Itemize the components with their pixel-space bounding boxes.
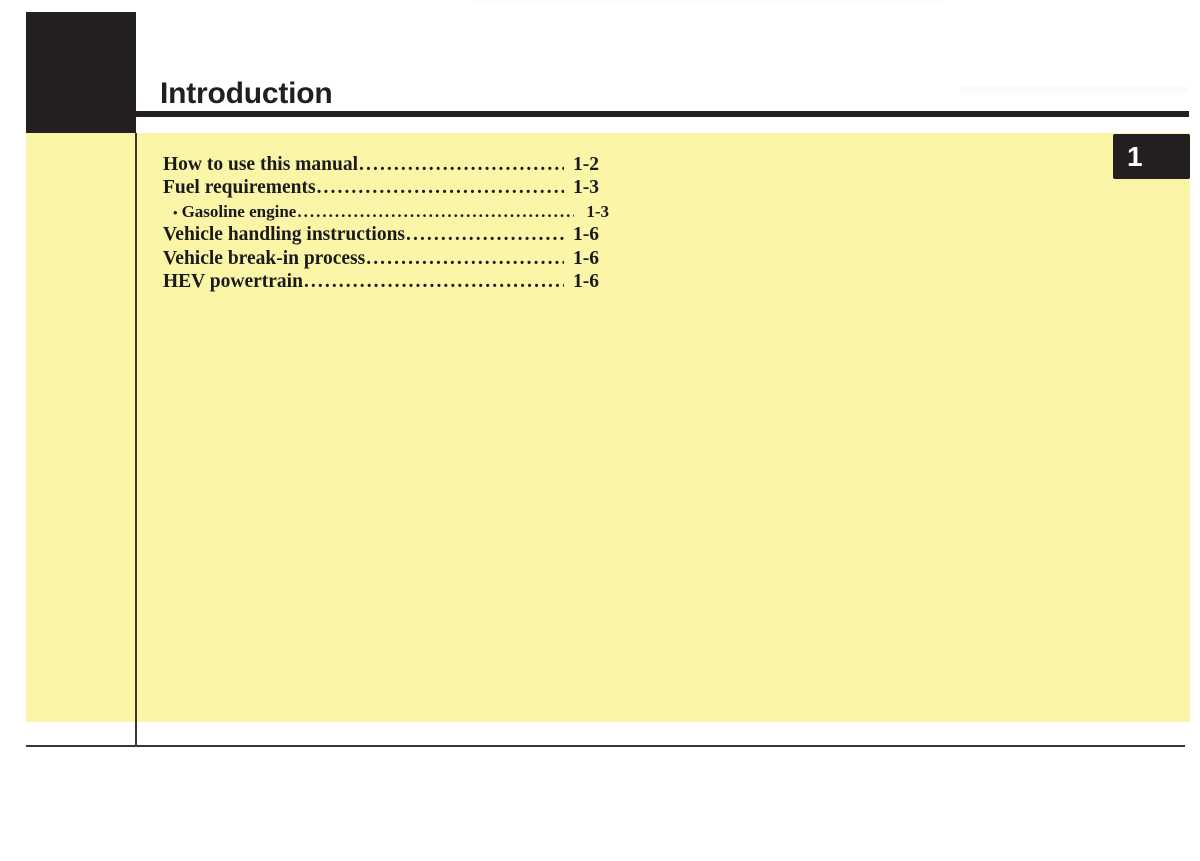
title-underline-rule xyxy=(136,111,1189,117)
footer-rule xyxy=(26,745,1185,747)
toc-entry-label: HEV powertrain xyxy=(163,271,303,293)
scan-artifact-upper-right-band xyxy=(960,86,1188,93)
toc-page-number: 1-6 xyxy=(573,271,599,293)
toc-entry-label: Vehicle break-in process xyxy=(163,247,366,269)
toc-page-number: 1-3 xyxy=(573,177,599,199)
toc-page-number: 1-2 xyxy=(573,154,599,175)
toc-entry[interactable]: Vehicle break-in process................… xyxy=(163,247,599,270)
toc-page-number: 1-6 xyxy=(573,247,599,269)
toc-page-number: 1-6 xyxy=(573,224,599,246)
toc-dot-leader: ........................................… xyxy=(297,201,574,221)
scan-artifact-top-band xyxy=(472,0,942,4)
toc-dot-leader: ........................................… xyxy=(406,224,564,246)
chapter-tab[interactable]: 1 xyxy=(1113,134,1190,179)
toc-dot-leader: ........................................… xyxy=(359,154,564,175)
toc-entry[interactable]: • Gasoline engine........................… xyxy=(163,200,609,223)
toc-page-number: 1-3 xyxy=(586,201,609,221)
left-margin-divider xyxy=(135,133,137,746)
toc-entry[interactable]: HEV powertrain..........................… xyxy=(163,270,599,293)
toc-entry-label: Gasoline engine xyxy=(181,201,297,221)
toc-entry-label: Fuel requirements xyxy=(163,177,316,199)
toc-entry-label: Vehicle handling instructions xyxy=(163,224,405,246)
table-of-contents: How to use this manual..................… xyxy=(163,153,609,293)
toc-entry[interactable]: Fuel requirements.......................… xyxy=(163,176,599,199)
toc-entry[interactable]: Vehicle handling instructions...........… xyxy=(163,223,599,246)
toc-entry[interactable]: How to use this manual..................… xyxy=(163,153,599,176)
toc-entry-label: How to use this manual xyxy=(163,154,359,175)
toc-dot-leader: ........................................… xyxy=(366,247,564,269)
toc-bullet-icon: • xyxy=(173,204,178,220)
toc-dot-leader: ........................................… xyxy=(303,271,564,293)
toc-dot-leader: ........................................… xyxy=(316,177,564,199)
page-title: Introduction xyxy=(160,77,333,110)
chapter-tab-number: 1 xyxy=(1127,140,1143,172)
chapter-corner-block xyxy=(26,12,136,133)
